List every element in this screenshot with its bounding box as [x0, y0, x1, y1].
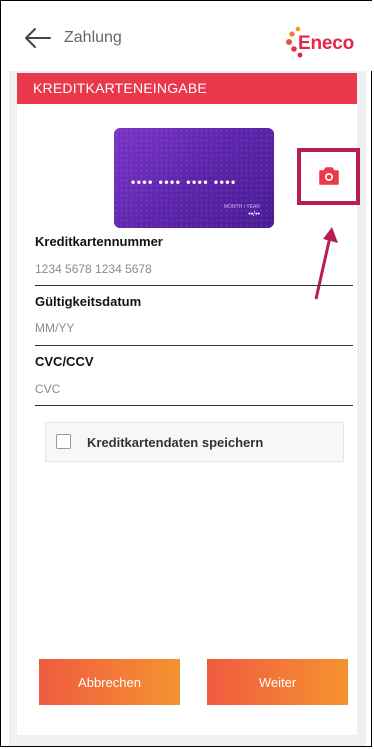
expiry-label: Gültigkeitsdatum — [35, 294, 142, 309]
credit-card-panel: KREDITKARTENEINGABE •••• •••• •••• •••• … — [17, 73, 360, 735]
save-card-label: Kreditkartendaten speichern — [87, 435, 264, 450]
cvc-input[interactable] — [35, 378, 353, 400]
logo-wordmark: Eneco — [298, 33, 355, 54]
eneco-logo: Eneco — [286, 25, 371, 61]
expiry-input[interactable] — [35, 317, 353, 339]
card-number-label: Kreditkartennummer — [35, 234, 163, 249]
cvc-underline — [35, 405, 353, 406]
card-expiry-mask: ••/•• — [248, 211, 260, 218]
top-bar: Zahlung Eneco — [1, 1, 373, 71]
next-button[interactable]: Weiter — [207, 659, 348, 705]
card-valid-label: MONTH / YEAR — [223, 204, 260, 210]
card-number-mask: •••• •••• •••• •••• — [131, 175, 237, 189]
card-number-underline — [35, 285, 353, 286]
panel-header: KREDITKARTENEINGABE — [17, 73, 357, 104]
scan-card-highlight[interactable] — [297, 148, 360, 205]
save-card-option[interactable]: Kreditkartendaten speichern — [45, 422, 344, 462]
expiry-underline — [35, 345, 353, 346]
cancel-button[interactable]: Abbrechen — [39, 659, 180, 705]
arrow-left-icon[interactable] — [23, 25, 53, 51]
credit-card-image: •••• •••• •••• •••• MONTH / YEAR ••/•• — [114, 128, 274, 228]
camera-icon[interactable] — [318, 166, 340, 186]
page-title: Zahlung — [64, 29, 122, 46]
cvc-label: CVC/CCV — [35, 354, 94, 369]
save-card-checkbox[interactable] — [56, 434, 71, 449]
card-number-input[interactable] — [35, 258, 353, 280]
app-screen: Zahlung Eneco KREDITKARTENEINGABE •••• •… — [0, 0, 373, 747]
